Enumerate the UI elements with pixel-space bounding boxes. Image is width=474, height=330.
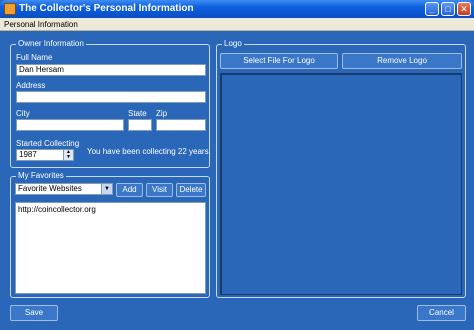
zip-field[interactable] (156, 119, 206, 131)
my-favorites-legend: My Favorites (16, 171, 66, 180)
favorites-list[interactable]: http://coincollector.org (15, 202, 206, 294)
delete-button[interactable]: Delete (176, 183, 206, 197)
maximize-button[interactable]: □ (441, 2, 455, 16)
visit-button[interactable]: Visit (146, 183, 173, 197)
city-field[interactable] (16, 119, 124, 131)
minimize-button[interactable]: _ (425, 2, 439, 16)
state-field[interactable] (128, 119, 152, 131)
title-bar[interactable]: The Collector's Personal Information _ □… (0, 0, 474, 18)
save-button[interactable]: Save (10, 305, 58, 321)
logo-group: Logo Select File For Logo Remove Logo (216, 39, 466, 298)
address-label: Address (16, 81, 46, 90)
my-favorites-group: My Favorites Favorite Websites ▼ Add Vis… (10, 171, 210, 298)
menu-bar: Personal Information (0, 18, 474, 31)
year-stepper[interactable]: ▲ ▼ (63, 150, 73, 160)
cancel-button[interactable]: Cancel (417, 305, 466, 321)
started-collecting-label: Started Collecting (16, 139, 80, 148)
full-name-field[interactable]: Dan Hersam (16, 64, 206, 76)
favorites-category-value: Favorite Websites (18, 184, 82, 193)
city-label: City (16, 109, 30, 118)
started-collecting-field[interactable]: 1987 ▲ ▼ (16, 149, 74, 161)
state-label: State (128, 109, 147, 118)
window-title: The Collector's Personal Information (19, 3, 194, 14)
app-icon (4, 3, 16, 15)
zip-label: Zip (156, 109, 168, 118)
list-item[interactable]: http://coincollector.org (18, 205, 96, 214)
full-name-label: Full Name (16, 53, 53, 62)
spin-down-icon[interactable]: ▼ (64, 155, 73, 160)
menu-item-personal-information[interactable]: Personal Information (4, 20, 78, 29)
logo-preview (220, 73, 462, 295)
logo-legend: Logo (222, 39, 244, 48)
owner-information-group: Owner Information Full Name Dan Hersam A… (10, 39, 211, 168)
owner-information-legend: Owner Information (16, 39, 86, 48)
favorites-category-select[interactable]: Favorite Websites ▼ (15, 183, 113, 195)
collecting-duration-text: You have been collecting 22 years. (87, 147, 211, 156)
chevron-down-icon[interactable]: ▼ (101, 184, 112, 194)
select-logo-button[interactable]: Select File For Logo (220, 53, 338, 69)
address-field[interactable] (16, 91, 206, 103)
started-collecting-value: 1987 (19, 150, 37, 159)
close-button[interactable]: ✕ (457, 2, 471, 16)
add-button[interactable]: Add (116, 183, 143, 197)
remove-logo-button[interactable]: Remove Logo (342, 53, 462, 69)
